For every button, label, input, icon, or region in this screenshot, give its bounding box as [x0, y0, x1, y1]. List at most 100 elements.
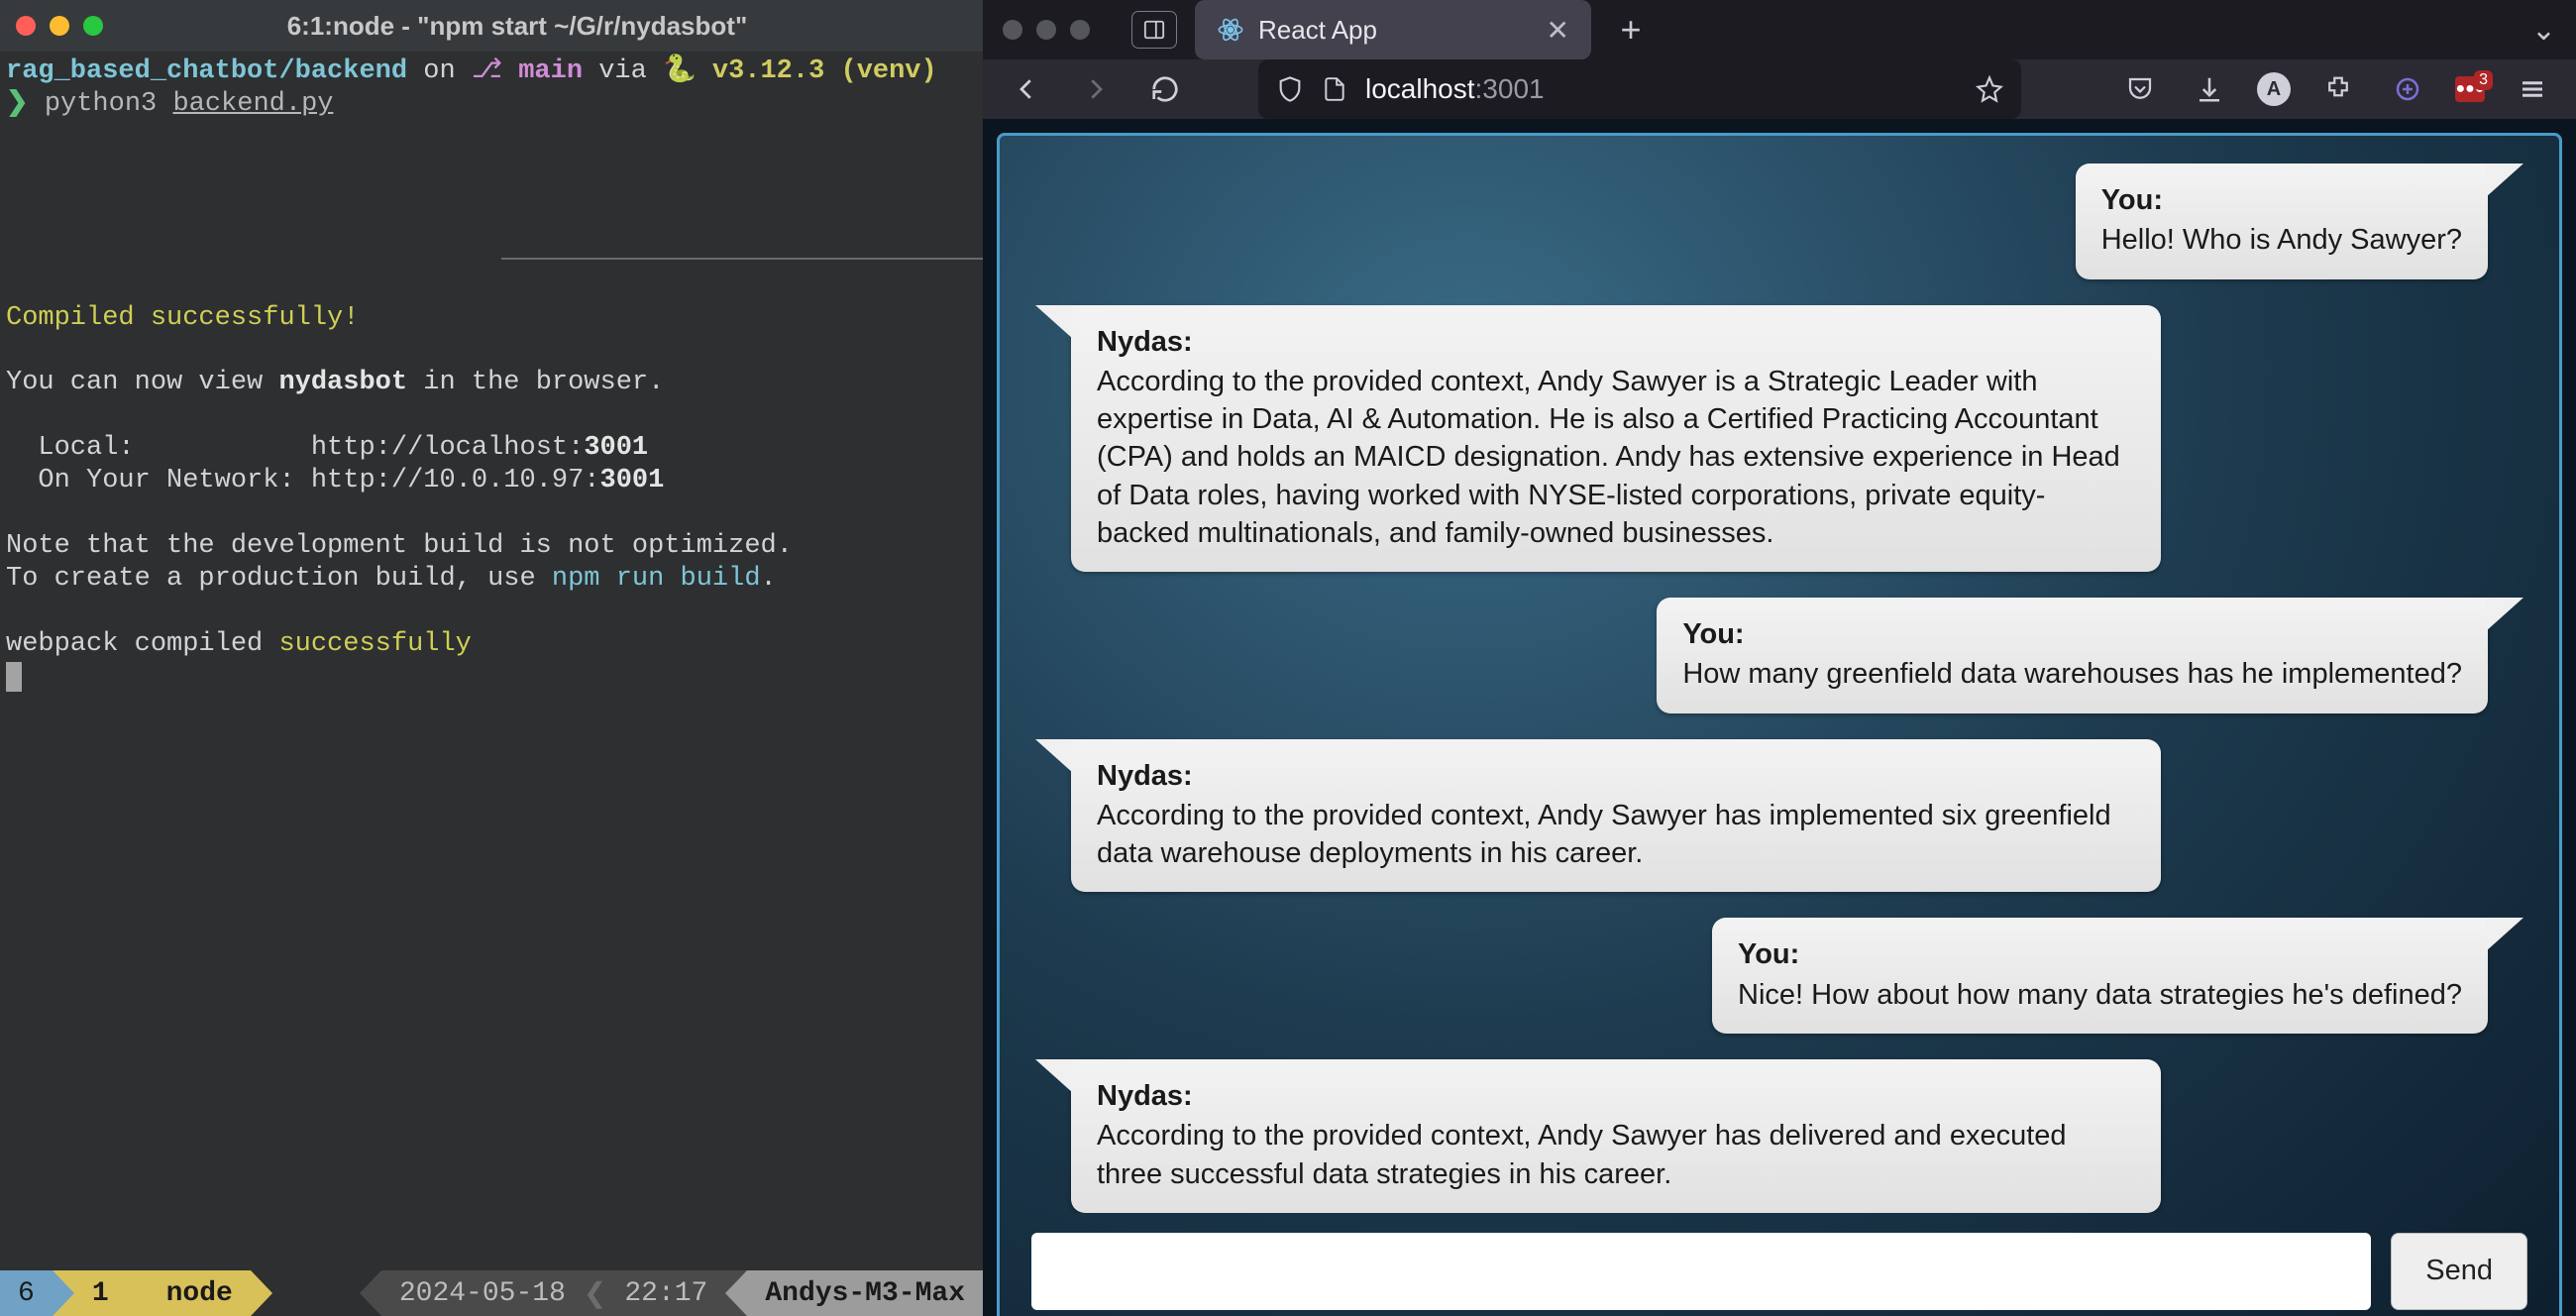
tabs-dropdown-icon[interactable]: ⌄ [2531, 13, 2556, 48]
bubble-tail [2486, 918, 2523, 951]
url-port: :3001 [1475, 73, 1545, 104]
prompt-on: on [423, 56, 455, 86]
devtools-icon[interactable] [2386, 67, 2429, 111]
status-date: 2024-05-18 [381, 1270, 584, 1316]
message-text: Nice! How about how many data strategies… [1738, 979, 2462, 1011]
local-url: http://localhost: [311, 433, 584, 463]
url-host: localhost [1365, 73, 1475, 104]
message-text: Hello! Who is Andy Sawyer? [2101, 224, 2462, 256]
prompt-symbol: ❯ [6, 89, 29, 119]
account-icon[interactable]: A [2257, 72, 2291, 106]
minimize-icon[interactable] [50, 16, 69, 36]
pane-divider [501, 258, 983, 260]
message-speaker: You: [1682, 615, 2462, 653]
new-tab-button[interactable]: + [1609, 9, 1653, 51]
browser-toolbar: localhost:3001 A ●●● 3 [983, 59, 2576, 119]
maximize-icon[interactable] [83, 16, 103, 36]
status-session: 6 [0, 1270, 53, 1316]
send-button[interactable]: Send [2391, 1233, 2527, 1310]
message-speaker: Nydas: [1097, 323, 2135, 361]
back-button[interactable] [1005, 67, 1048, 111]
browser-content: You: Hello! Who is Andy Sawyer? Nydas: A… [983, 119, 2576, 1316]
network-port: 3001 [600, 466, 665, 495]
message-speaker: Nydas: [1097, 757, 2135, 795]
message-text: According to the provided context, Andy … [1097, 366, 2120, 549]
url-bar[interactable]: localhost:3001 [1258, 59, 2021, 119]
terminal-title: 6:1:node - "npm start ~/G/r/nydasbot" [127, 11, 908, 42]
badge-count: 3 [2474, 70, 2493, 90]
bubble-tail [1035, 305, 1073, 339]
status-window: 1 [74, 1270, 127, 1316]
python-icon: 🐍 [663, 56, 697, 86]
compiled-line: Compiled successfully! [6, 303, 359, 333]
pocket-icon[interactable] [2118, 67, 2162, 111]
sidebar-toggle-icon[interactable] [1131, 11, 1177, 49]
tmux-statusbar: 6 1 node 2024-05-18 ❮ 22:17 Andys-M3-Max [0, 1270, 983, 1316]
python-version: v3.12.3 (venv) [712, 56, 937, 86]
url-text: localhost:3001 [1365, 73, 1958, 105]
chat-container: You: Hello! Who is Andy Sawyer? Nydas: A… [997, 133, 2562, 1316]
prompt-dir: rag_based_chatbot/backend [6, 56, 407, 86]
view-line-a: You can now view [6, 368, 278, 397]
user-message: You: Hello! Who is Andy Sawyer? [2076, 164, 2488, 279]
message-text: According to the provided context, Andy … [1097, 800, 2111, 869]
message-row: Nydas: According to the provided context… [1031, 305, 2527, 573]
traffic-lights [1003, 20, 1090, 40]
prompt-branch: main [518, 56, 583, 86]
status-host: Andys-M3-Max [747, 1270, 983, 1316]
status-sep [360, 1270, 381, 1316]
browser-window: React App ✕ + ⌄ localhost:3001 A ●●● 3 [983, 0, 2576, 1316]
message-row: You: Nice! How about how many data strat… [1031, 918, 2527, 1034]
note-line-2c: . [761, 564, 777, 594]
maximize-icon[interactable] [1070, 20, 1090, 40]
message-text: How many greenfield data warehouses has … [1682, 658, 2462, 690]
terminal-output[interactable]: rag_based_chatbot/backend on ⎇ main via … [0, 52, 983, 1270]
chat-messages: You: Hello! Who is Andy Sawyer? Nydas: A… [1031, 164, 2527, 1213]
app-menu-icon[interactable] [2511, 67, 2554, 111]
view-line-b: in the browser. [407, 368, 664, 397]
close-icon[interactable] [16, 16, 36, 36]
local-port: 3001 [584, 433, 648, 463]
extensions-icon[interactable] [2316, 67, 2360, 111]
message-speaker: Nydas: [1097, 1077, 2135, 1115]
branch-icon: ⎇ [472, 56, 502, 86]
terminal-titlebar: 6:1:node - "npm start ~/G/r/nydasbot" [0, 0, 983, 52]
react-icon [1217, 16, 1244, 44]
forward-button[interactable] [1074, 67, 1118, 111]
terminal-window: 6:1:node - "npm start ~/G/r/nydasbot" ra… [0, 0, 983, 1316]
bookmark-icon[interactable] [1976, 75, 2003, 103]
network-url: http://10.0.10.97: [311, 466, 600, 495]
bubble-tail [2486, 598, 2523, 631]
bubble-tail [1035, 739, 1073, 773]
browser-tab[interactable]: React App ✕ [1195, 0, 1591, 59]
status-spacer [272, 1270, 360, 1316]
browser-tabbar: React App ✕ + ⌄ [983, 0, 2576, 59]
status-sep [251, 1270, 272, 1316]
chat-input[interactable] [1031, 1233, 2371, 1310]
command: python3 [45, 89, 157, 119]
adblock-icon[interactable]: ●●● 3 [2455, 76, 2485, 102]
message-text: According to the provided context, Andy … [1097, 1120, 2067, 1189]
message-speaker: You: [1738, 935, 2462, 973]
local-label: Local: [6, 433, 311, 463]
terminal-cursor [6, 662, 22, 692]
note-line-2a: To create a production build, use [6, 564, 552, 594]
status-sep [725, 1270, 747, 1316]
webpack-line-a: webpack compiled [6, 629, 278, 659]
app-name: nydasbot [278, 368, 407, 397]
tab-title: React App [1258, 15, 1377, 46]
close-icon[interactable] [1003, 20, 1022, 40]
bubble-tail [1035, 1059, 1073, 1093]
downloads-icon[interactable] [2188, 67, 2231, 111]
note-line-1: Note that the development build is not o… [6, 531, 793, 561]
minimize-icon[interactable] [1036, 20, 1056, 40]
network-label: On Your Network: [6, 466, 311, 495]
message-row: Nydas: According to the provided context… [1031, 1059, 2527, 1213]
tab-close-icon[interactable]: ✕ [1547, 14, 1569, 47]
webpack-line-b: successfully [278, 629, 471, 659]
bot-message: Nydas: According to the provided context… [1071, 305, 2161, 573]
prompt-via: via [598, 56, 647, 86]
reload-button[interactable] [1143, 67, 1187, 111]
status-sep [53, 1270, 74, 1316]
page-icon [1322, 76, 1347, 102]
